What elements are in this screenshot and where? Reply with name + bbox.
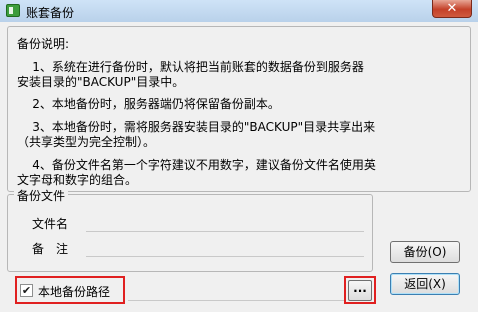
filename-label: 文件名 [32, 217, 69, 231]
remark-input[interactable] [86, 256, 364, 257]
filename-input[interactable] [86, 231, 364, 232]
remark-label: 备 注 [32, 242, 69, 256]
description-line: 1、系统在进行备份时，默认将把当前账套的数据备份到服务器 [17, 60, 364, 74]
backup-button[interactable]: 备份(O) [390, 241, 460, 263]
local-backup-path-input[interactable] [128, 280, 346, 301]
back-button[interactable]: 返回(X) [390, 273, 460, 295]
description-heading: 备份说明: [17, 37, 70, 51]
description-line: （共享类型为完全控制）。 [17, 135, 156, 149]
local-backup-label[interactable]: 本地备份路径 [38, 283, 110, 300]
description-line: 文字母和数字的组合。 [17, 173, 138, 187]
dialog-body: 备份说明: 1、系统在进行备份时，默认将把当前账套的数据备份到服务器 安装目录的… [0, 22, 478, 312]
description-panel: 备份说明: 1、系统在进行备份时，默认将把当前账套的数据备份到服务器 安装目录的… [7, 26, 471, 192]
browse-button[interactable]: ... [348, 280, 372, 301]
description-line: 3、本地备份时，需将服务器安装目录的"BACKUP"目录共享出来 [17, 120, 376, 134]
description-line: 2、本地备份时，服务器端仍将保留备份副本。 [17, 97, 280, 111]
local-backup-checkbox[interactable]: ✔ [20, 284, 33, 297]
backup-file-legend: 备份文件 [14, 187, 69, 204]
close-button[interactable]: ✕ [432, 0, 472, 18]
description-line: 4、备份文件名第一个字符建议不用数字，建议备份文件名使用英 [17, 158, 376, 172]
window-title: 账套备份 [26, 6, 75, 20]
description-line: 安装目录的"BACKUP"目录中。 [17, 75, 185, 89]
title-bar: 账套备份 ✕ [0, 0, 478, 23]
backup-file-group: 备份文件 文件名 备 注 [7, 187, 373, 272]
app-icon [6, 4, 20, 17]
